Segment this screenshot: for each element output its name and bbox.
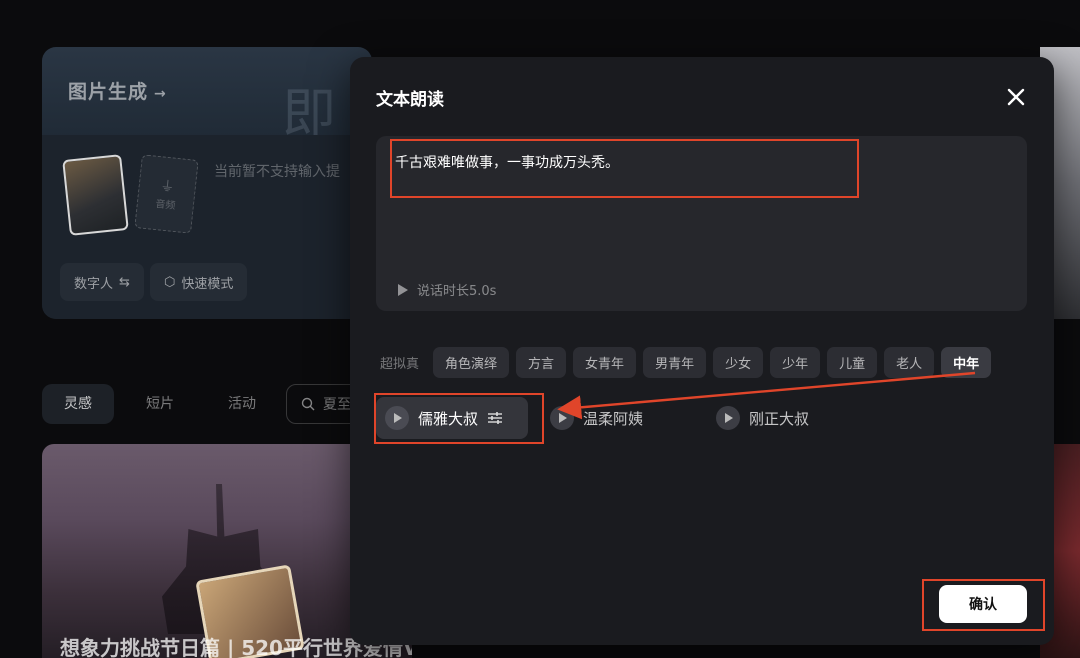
- category-tab[interactable]: 老人: [884, 347, 935, 378]
- play-icon: [398, 283, 408, 296]
- content-tabs: 灵感 短片 活动: [42, 384, 288, 424]
- portrait-thumbnail[interactable]: [62, 154, 129, 236]
- voice-category-tabs: 超拟真 角色演绎 方言 女青年 男青年 少女 少年 儿童 老人 中年: [380, 347, 992, 378]
- duration-preview[interactable]: 说话时长5.0s: [397, 280, 496, 299]
- category-tab[interactable]: 男青年: [643, 347, 707, 378]
- close-button[interactable]: [1002, 83, 1030, 111]
- play-icon: [716, 406, 740, 430]
- confirm-button[interactable]: 确认: [939, 585, 1027, 623]
- unsupported-notice: 当前暂不支持输入提: [214, 164, 340, 180]
- card-title: 图片生成 →: [68, 81, 167, 103]
- swap-icon: ⇆: [119, 274, 130, 290]
- tab-activity[interactable]: 活动: [206, 384, 278, 424]
- category-tab[interactable]: 角色演绎: [433, 347, 510, 378]
- audio-thumbnail[interactable]: ⏚ 音频: [134, 154, 199, 234]
- image-generation-card[interactable]: 图片生成 → 即 ⏚ 音频 当前暂不支持输入提 数字人 ⇆ ⬡ 快速模式: [42, 47, 372, 319]
- close-icon: [1007, 88, 1025, 106]
- audio-thumb-label: 音频: [154, 198, 176, 212]
- fast-mode-chip[interactable]: ⬡ 快速模式: [150, 263, 248, 301]
- card-input-area: ⏚ 音频 当前暂不支持输入提 数字人 ⇆ ⬡ 快速模式: [42, 135, 372, 319]
- play-icon: [385, 406, 409, 430]
- speech-text-input[interactable]: 千古艰难唯做事，一事功成万头秃。 说话时长5.0s: [376, 136, 1027, 311]
- search-text: 夏至: [323, 397, 351, 413]
- category-tab[interactable]: 超拟真: [380, 347, 426, 378]
- digital-human-chip[interactable]: 数字人 ⇆: [60, 263, 144, 301]
- play-icon: [550, 406, 574, 430]
- category-tab[interactable]: 少女: [713, 347, 764, 378]
- voice-option[interactable]: 刚正大叔: [716, 397, 809, 439]
- text-to-speech-dialog: 文本朗读 千古艰难唯做事，一事功成万头秃。 说话时长5.0s 超拟真 角色演绎 …: [350, 57, 1054, 645]
- dialog-title: 文本朗读: [376, 90, 444, 110]
- category-tab[interactable]: 方言: [516, 347, 567, 378]
- voice-option-selected[interactable]: 儒雅大叔: [376, 397, 528, 439]
- category-tab[interactable]: 女青年: [573, 347, 637, 378]
- voice-label: 儒雅大叔: [418, 409, 479, 428]
- arrow-right-icon: →: [154, 86, 167, 102]
- speech-text: 千古艰难唯做事，一事功成万头秃。: [395, 155, 619, 171]
- duration-label: 说话时长5.0s: [417, 284, 497, 299]
- audio-icon: ⏚: [159, 178, 176, 196]
- chip-label: 快速模式: [181, 276, 234, 292]
- voice-label: 刚正大叔: [749, 409, 810, 428]
- settings-sliders-icon[interactable]: [487, 411, 503, 425]
- cube-icon: ⬡: [164, 274, 176, 290]
- tab-inspiration[interactable]: 灵感: [42, 384, 114, 424]
- search-icon: [301, 397, 315, 411]
- category-tab[interactable]: 少年: [770, 347, 821, 378]
- voice-label: 温柔阿姨: [583, 409, 644, 428]
- voice-option[interactable]: 温柔阿姨: [550, 397, 643, 439]
- category-tab[interactable]: 儿童: [827, 347, 878, 378]
- tab-short-film[interactable]: 短片: [124, 384, 196, 424]
- chip-label: 数字人: [74, 276, 114, 292]
- category-tab-active[interactable]: 中年: [941, 347, 992, 378]
